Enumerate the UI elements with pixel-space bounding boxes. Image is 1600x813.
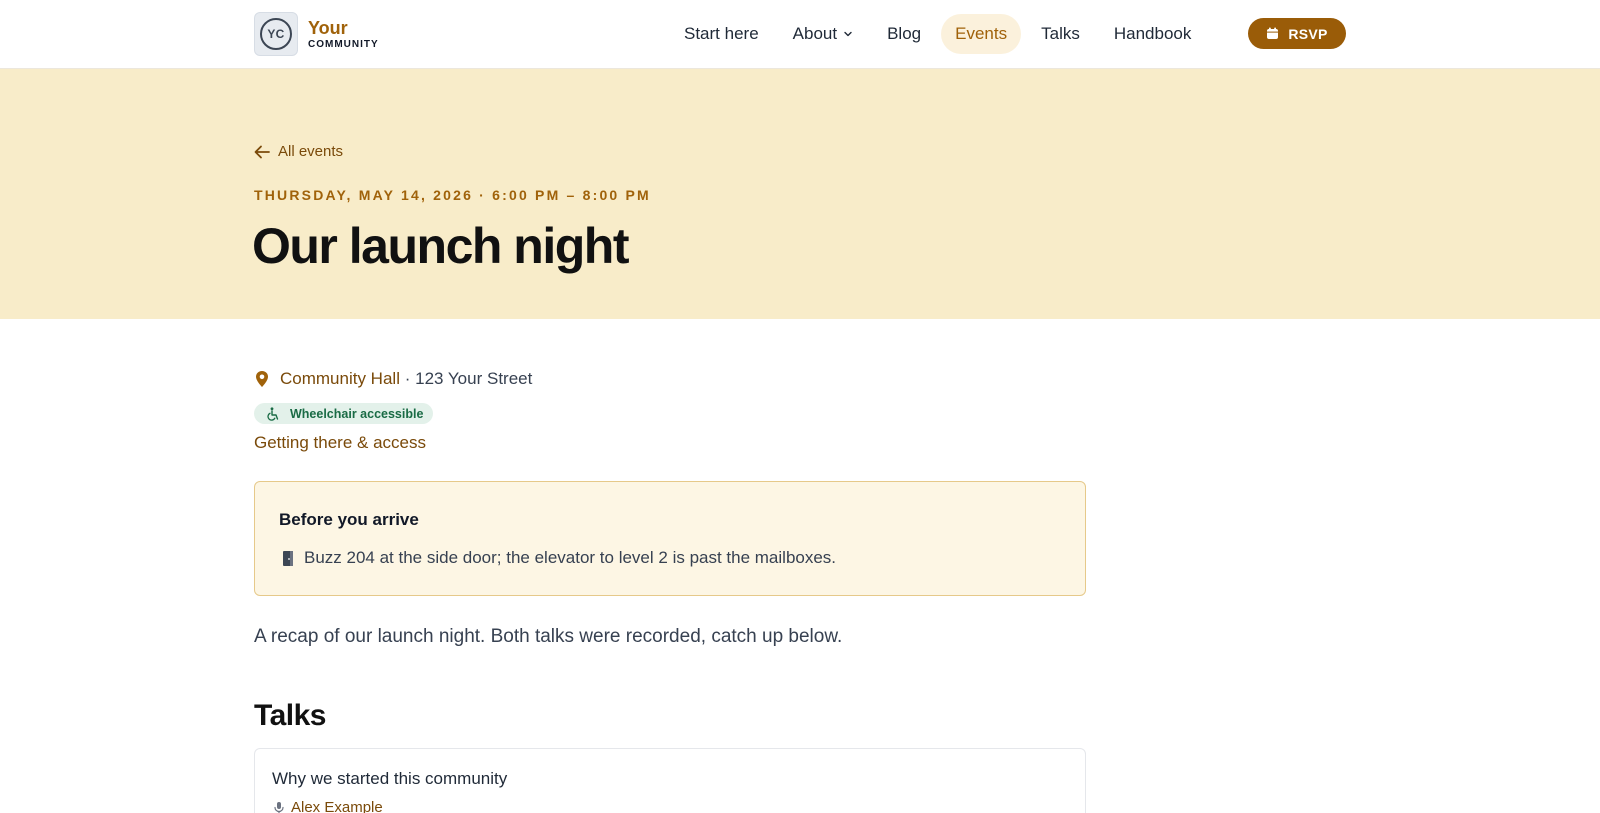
notice-body: Buzz 204 at the side door; the elevator … bbox=[281, 548, 836, 568]
page-title: Our launch night bbox=[252, 218, 629, 274]
talks-heading: Talks bbox=[254, 699, 327, 732]
logo-wordmark: Your COMMUNITY bbox=[308, 19, 379, 50]
accessibility-badge: Wheelchair accessible bbox=[254, 403, 434, 424]
chevron-down-icon bbox=[844, 31, 852, 37]
talk-speaker-name: Alex Example bbox=[291, 799, 383, 813]
calendar-icon bbox=[1267, 27, 1279, 39]
nav-about-label: About bbox=[792, 24, 838, 43]
logo-initials: YC bbox=[260, 18, 292, 50]
logo-badge: YC bbox=[254, 12, 298, 56]
nav-events[interactable]: Events bbox=[941, 14, 1022, 54]
wheelchair-icon bbox=[267, 406, 279, 421]
arrow-left-icon bbox=[254, 145, 270, 158]
talk-title[interactable]: Why we started this community bbox=[272, 769, 507, 789]
site-header: YC Your COMMUNITY Start here About Blog … bbox=[0, 0, 1600, 69]
arrival-notice: Before you arrive Buzz 204 at the side d… bbox=[254, 481, 1086, 596]
logo-name-top: Your bbox=[308, 17, 348, 38]
location-separator: · bbox=[404, 369, 411, 388]
talk-speaker: Alex Example bbox=[273, 799, 383, 813]
event-datetime: THURSDAY, MAY 14, 2026 · 6:00 PM – 8:00 … bbox=[254, 187, 651, 203]
rsvp-button[interactable]: RSVP bbox=[1248, 18, 1346, 49]
venue-link[interactable]: Community Hall bbox=[280, 369, 400, 389]
venue-address: 123 Your Street bbox=[415, 369, 533, 388]
notice-text: Buzz 204 at the side door; the elevator … bbox=[304, 548, 837, 567]
event-hero: All events THURSDAY, MAY 14, 2026 · 6:00… bbox=[0, 69, 1600, 319]
accessibility-badge-label: Wheelchair accessible bbox=[290, 406, 424, 421]
back-label: All events bbox=[278, 143, 344, 160]
back-to-events-link[interactable]: All events bbox=[254, 143, 343, 160]
nav-blog[interactable]: Blog bbox=[873, 14, 935, 54]
door-icon bbox=[283, 550, 293, 566]
notice-title: Before you arrive bbox=[279, 510, 419, 529]
map-pin-icon bbox=[256, 371, 268, 387]
event-description: A recap of our launch night. Both talks … bbox=[254, 626, 843, 647]
nav-about[interactable]: About bbox=[779, 14, 867, 54]
rsvp-label: RSVP bbox=[1288, 25, 1328, 42]
nav-talks[interactable]: Talks bbox=[1027, 14, 1094, 54]
nav-handbook[interactable]: Handbook bbox=[1100, 14, 1206, 54]
getting-there-link[interactable]: Getting there & access bbox=[254, 433, 426, 453]
microphone-icon bbox=[274, 801, 284, 813]
logo-name-bottom: COMMUNITY bbox=[308, 38, 379, 50]
event-location: Community Hall · 123 Your Street bbox=[254, 369, 532, 389]
nav-start-here[interactable]: Start here bbox=[670, 14, 773, 54]
site-logo[interactable]: YC Your COMMUNITY bbox=[254, 12, 379, 56]
talk-card[interactable]: Why we started this community Alex Examp… bbox=[254, 748, 1086, 813]
main-nav: Start here About Blog Events Talks Handb… bbox=[670, 14, 1211, 54]
